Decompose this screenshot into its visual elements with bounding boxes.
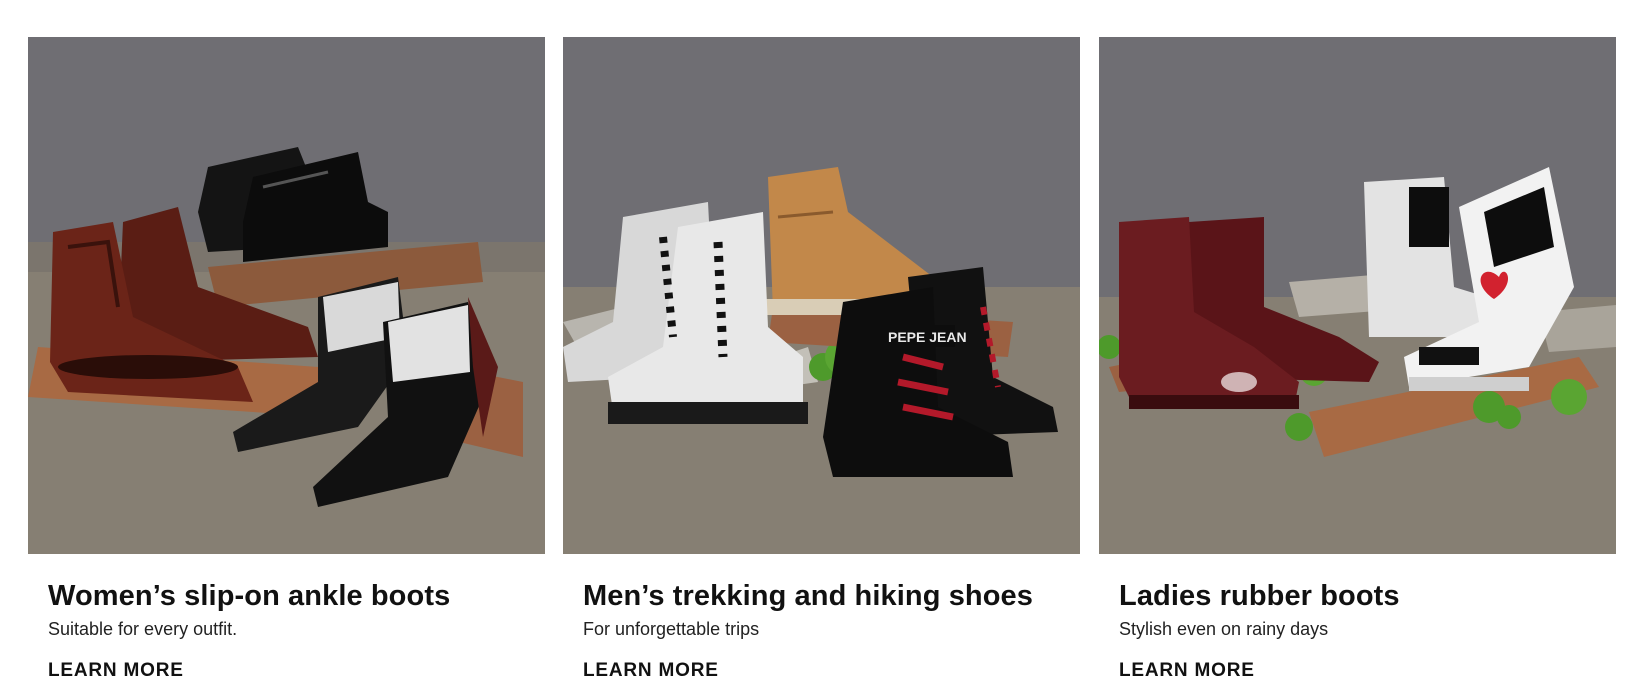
card-subtitle: Stylish even on rainy days (1119, 619, 1329, 639)
product-image[interactable] (28, 37, 545, 554)
boot-brand-label: PEPE JEAN (888, 329, 967, 345)
card-subtitle: Suitable for every outfit. (48, 619, 238, 639)
learn-more-link[interactable]: LEARN MORE (583, 660, 719, 682)
boots-illustration: PEPE JEAN (563, 37, 1080, 554)
card-subtitle: For unforgettable trips (583, 619, 760, 639)
card-title: Men’s trekking and hiking shoes (583, 580, 1034, 612)
category-card-womens-ankle-boots[interactable]: Women’s slip-on ankle boots Suitable for… (28, 37, 545, 682)
category-grid: Women’s slip-on ankle boots Suitable for… (0, 0, 1628, 686)
product-image[interactable] (1099, 37, 1616, 554)
learn-more-link[interactable]: LEARN MORE (1119, 660, 1255, 682)
boots-illustration (28, 37, 545, 554)
learn-more-link[interactable]: LEARN MORE (48, 660, 184, 682)
category-card-mens-trekking-shoes[interactable]: PEPE JEAN Men’s trekking and hiking shoe… (563, 37, 1080, 682)
boots-illustration (1099, 37, 1616, 554)
product-image[interactable]: PEPE JEAN (563, 37, 1080, 554)
card-title: Women’s slip-on ankle boots (48, 580, 451, 612)
category-card-ladies-rubber-boots[interactable]: Ladies rubber boots Stylish even on rain… (1099, 37, 1616, 682)
card-title: Ladies rubber boots (1119, 580, 1400, 612)
